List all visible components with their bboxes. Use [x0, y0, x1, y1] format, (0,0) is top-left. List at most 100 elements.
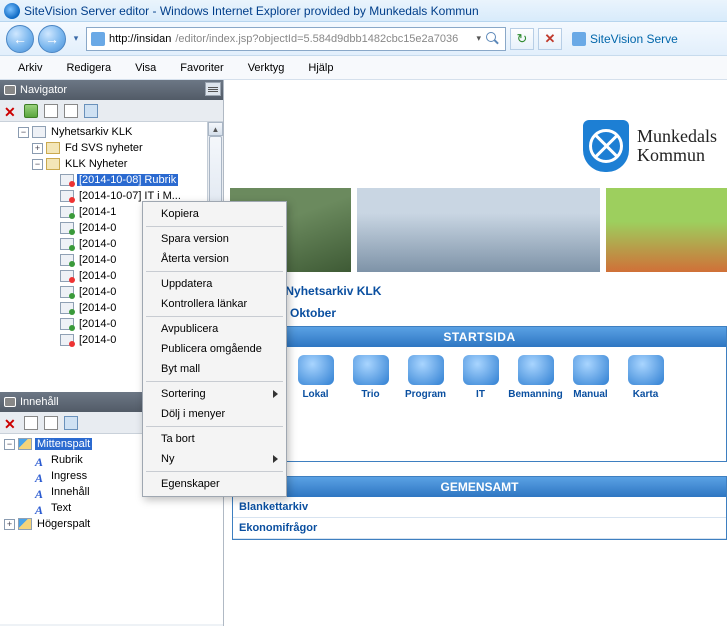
brand: Munkedals Kommun [583, 120, 717, 172]
url-host: http://insidan [109, 33, 171, 45]
menu-favoriter[interactable]: Favoriter [170, 59, 233, 77]
navigator-title: Navigator [20, 84, 67, 96]
content-text[interactable]: A Text [4, 500, 223, 516]
map-icon [628, 355, 664, 385]
breadcrumb[interactable]: INsidan | Nyhetsarkiv KLK [224, 272, 727, 302]
navigator-icon [4, 85, 16, 95]
menu-visa[interactable]: Visa [125, 59, 166, 77]
insert-icon[interactable] [24, 416, 38, 430]
brand-text: Munkedals Kommun [637, 127, 717, 165]
phone-icon [353, 355, 389, 385]
tab-label: SiteVision Serve [590, 32, 678, 46]
ctx-separator [146, 271, 283, 272]
brand-line1: Munkedals [637, 127, 717, 146]
brand-line2: Kommun [637, 146, 717, 165]
gemensamt-title: GEMENSAMT [233, 477, 726, 497]
app-karta[interactable]: Karta [618, 347, 673, 404]
ctx-spara-version[interactable]: Spara version [145, 229, 284, 249]
innehall-title: Innehåll [20, 396, 59, 408]
navigator-menu-button[interactable] [205, 82, 221, 96]
banner-photo-3 [606, 188, 727, 272]
new-page-icon[interactable] [44, 104, 58, 118]
navigator-header: Navigator [0, 80, 223, 100]
tree-item-selected[interactable]: [2014-10-08] Rubrik [4, 172, 223, 188]
scroll-up-icon[interactable]: ▲ [208, 122, 223, 136]
link-ekonomifragor[interactable]: Ekonomifrågor [233, 518, 726, 539]
ctx-separator [146, 381, 283, 382]
startsida-title: STARTSIDA [233, 327, 726, 347]
browser-navrow: ← → ▾ http://insidan/editor/index.jsp?ob… [0, 22, 727, 56]
tree-klk-nyheter[interactable]: − KLK Nyheter [4, 156, 223, 172]
url-path: /editor/index.jsp?objectId=5.584d9dbb148… [175, 33, 458, 45]
ctx-kontrollera-lankar[interactable]: Kontrollera länkar [145, 294, 284, 314]
app-manual[interactable]: Manual [563, 347, 618, 404]
ctx-uppdatera[interactable]: Uppdatera [145, 274, 284, 294]
app-grid: Bil Lokal Trio Program IT Bemanning Manu… [233, 347, 726, 461]
ctx-aterta-version[interactable]: Återta version [145, 249, 284, 269]
content-hogerspalt[interactable]: + Högerspalt [4, 516, 223, 532]
delete-icon[interactable]: ✕ [4, 104, 18, 118]
ctx-ny[interactable]: Ny [145, 449, 284, 469]
props-icon[interactable] [64, 416, 78, 430]
favicon-icon [91, 32, 105, 46]
context-menu: Kopiera Spara version Återta version Upp… [142, 201, 287, 497]
app-lokal[interactable]: Lokal [288, 347, 343, 404]
refresh-button[interactable]: ↻ [510, 28, 534, 50]
date-header: Onsdag 8 Oktober [224, 302, 727, 326]
tree-root[interactable]: − Nyhetsarkiv KLK [4, 124, 223, 140]
search-icon[interactable] [485, 31, 501, 47]
innehall-icon [4, 397, 16, 407]
app-bemanning[interactable]: Bemanning [508, 347, 563, 404]
tree-fd-svs[interactable]: + Fd SVS nyheter [4, 140, 223, 156]
menu-redigera[interactable]: Redigera [56, 59, 121, 77]
address-bar[interactable]: http://insidan/editor/index.jsp?objectId… [86, 27, 506, 51]
gear-icon [463, 355, 499, 385]
stop-button[interactable]: ✕ [538, 28, 562, 50]
ctx-dolj-i-menyer[interactable]: Dölj i menyer [145, 404, 284, 424]
photo-banner [224, 188, 727, 272]
new-item-icon[interactable] [64, 104, 78, 118]
delete-icon[interactable]: ✕ [4, 416, 18, 430]
link-blankettarkiv[interactable]: Blankettarkiv [233, 497, 726, 518]
ctx-sortering[interactable]: Sortering [145, 384, 284, 404]
staff-icon [518, 355, 554, 385]
menu-hjalp[interactable]: Hjälp [298, 59, 343, 77]
brand-row: Munkedals Kommun [224, 80, 727, 188]
back-button[interactable]: ← [6, 25, 34, 53]
munkedals-shield-icon [583, 120, 629, 172]
navigator-toolbar: ✕ [0, 100, 223, 122]
menu-arkiv[interactable]: Arkiv [8, 59, 52, 77]
menu-verktyg[interactable]: Verktyg [238, 59, 295, 77]
ctx-ta-bort[interactable]: Ta bort [145, 429, 284, 449]
module-icon[interactable] [44, 416, 58, 430]
ctx-separator [146, 426, 283, 427]
gemensamt-box: GEMENSAMT Blankettarkiv Ekonomifrågor [232, 476, 727, 540]
startsida-box: STARTSIDA Bil Lokal Trio Program IT Bema… [232, 326, 727, 462]
window-title: SiteVision Server editor - Windows Inter… [24, 4, 479, 18]
ctx-avpublicera[interactable]: Avpublicera [145, 319, 284, 339]
history-dropdown[interactable]: ▾ [70, 33, 82, 44]
forward-button[interactable]: → [38, 25, 66, 53]
ie-icon [4, 3, 20, 19]
people-icon [298, 355, 334, 385]
sitevision-icon [572, 32, 586, 46]
app-it[interactable]: IT [453, 347, 508, 404]
banner-photo-2 [357, 188, 600, 272]
url-dropdown-icon[interactable]: ▾ [476, 33, 481, 44]
ctx-separator [146, 471, 283, 472]
publish-icon[interactable] [24, 104, 38, 118]
app-trio[interactable]: Trio [343, 347, 398, 404]
info-icon [573, 355, 609, 385]
ctx-egenskaper[interactable]: Egenskaper [145, 474, 284, 494]
ctx-kopiera[interactable]: Kopiera [145, 204, 284, 224]
tab-sitevision[interactable]: SiteVision Serve [572, 32, 678, 46]
ctx-separator [146, 226, 283, 227]
ctx-separator [146, 316, 283, 317]
program-icon [408, 355, 444, 385]
ctx-byt-mall[interactable]: Byt mall [145, 359, 284, 379]
properties-icon[interactable] [84, 104, 98, 118]
app-program[interactable]: Program [398, 347, 453, 404]
page-preview: Munkedals Kommun INsidan | Nyhetsarkiv K… [224, 80, 727, 626]
window-titlebar: SiteVision Server editor - Windows Inter… [0, 0, 727, 22]
ctx-publicera-omgaende[interactable]: Publicera omgående [145, 339, 284, 359]
